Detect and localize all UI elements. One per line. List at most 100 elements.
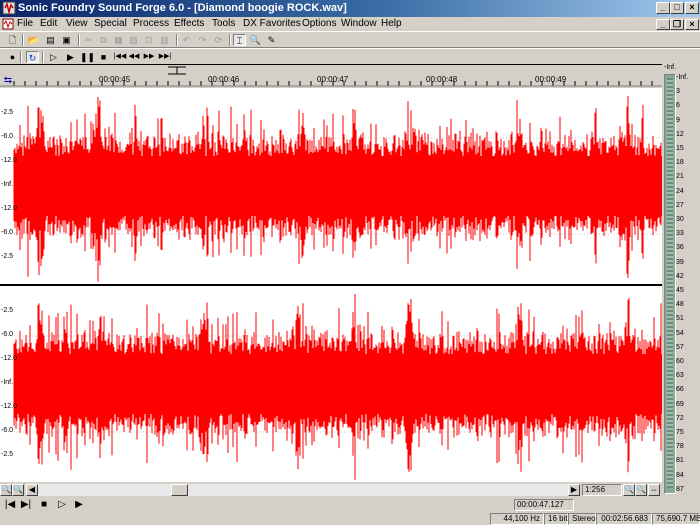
cursor-position: 00:00:47.127 [514, 499, 574, 511]
save-icon[interactable]: ▣ [60, 34, 73, 46]
toolbar-separator [176, 34, 178, 46]
amplitude-scale-label: -2.5 [1, 451, 14, 458]
amplitude-scale-label: -6.0 [1, 427, 14, 434]
scroll-track[interactable] [38, 484, 568, 496]
toolbar-separator [78, 34, 80, 46]
zoom-in-level-icon[interactable]: 🔍 [635, 484, 647, 496]
go-to-start-icon[interactable]: |◀ [4, 499, 16, 511]
menu-file[interactable]: File [17, 18, 33, 29]
minimize-button[interactable]: _ [656, 2, 670, 14]
play-all-icon[interactable]: ▷ [47, 51, 60, 63]
doc-restore-button[interactable]: ❐ [670, 19, 684, 30]
zoom-normal-icon[interactable]: ⇔ [648, 484, 660, 496]
amplitude-scale-label: -Inf. [1, 379, 14, 386]
play-all-icon[interactable]: ▷ [56, 499, 68, 511]
redo-icon[interactable]: ↷ [196, 34, 209, 46]
zoom-out-icon[interactable]: 🔍 [0, 484, 12, 496]
stop-icon[interactable]: ■ [38, 499, 50, 511]
paste-icon[interactable]: ▦ [112, 34, 125, 46]
channel-divider [0, 284, 662, 286]
go-to-start-icon[interactable]: |◀◀ [113, 51, 127, 63]
go-to-end-icon[interactable]: ▶| [20, 499, 32, 511]
cut-icon[interactable]: ✂ [82, 34, 95, 46]
repeat-icon[interactable]: ⟳ [212, 34, 225, 46]
close-button[interactable]: × [685, 2, 699, 14]
close-icon: × [689, 2, 695, 12]
restore-icon: ❐ [672, 19, 682, 29]
zoom-ratio[interactable]: 1:256 [582, 484, 622, 496]
meter-scale-label: 60 [676, 358, 684, 365]
menu-special[interactable]: Special [94, 18, 127, 29]
mix-icon[interactable]: ▧ [127, 34, 140, 46]
bit-depth: 16 bit [544, 513, 568, 525]
loop-playback-icon[interactable]: ↻ [26, 51, 39, 63]
amplitude-scale-label: -12.0 [1, 205, 17, 212]
pause-icon[interactable]: ❚❚ [80, 51, 95, 63]
menu-window[interactable]: Window [341, 18, 377, 29]
meter-scale-label: 21 [676, 173, 684, 181]
meter-scale-label: 12 [676, 130, 684, 138]
minimize-icon: _ [660, 2, 666, 12]
horizontal-scroll-row: 🔍 🔍 ◀ ▶ 1:256 🔍 🔍 ⇔ [0, 483, 662, 497]
scroll-thumb[interactable] [171, 484, 188, 496]
stop-icon[interactable]: ■ [97, 51, 110, 63]
rewind-icon[interactable]: ◀◀ [127, 51, 141, 63]
new-icon[interactable]: 🗋 [6, 34, 19, 46]
meter-scale-label: 39 [676, 258, 684, 266]
menu-process[interactable]: Process [133, 18, 169, 29]
amplitude-scale-label: -2.5 [1, 307, 14, 314]
doc-close-button[interactable]: × [685, 19, 699, 30]
play-icon[interactable]: ▶ [64, 51, 77, 63]
menu-bar: File Edit View Special Process Effects Tools DX… [0, 17, 700, 32]
meter-scale-label: 87 [676, 485, 684, 493]
undo-icon[interactable]: ↶ [180, 34, 193, 46]
amplitude-scale-label: -Inf. [1, 181, 14, 188]
record-icon[interactable]: ● [6, 51, 19, 63]
ruler-time-label: 00:00:46 [208, 75, 240, 84]
meter-scale-label: 6 [676, 102, 680, 110]
trim-icon[interactable]: ▥ [158, 34, 171, 46]
crop-icon[interactable]: ⊡ [142, 34, 155, 46]
minimize-icon: _ [660, 19, 666, 29]
meter-scale-label: 36 [676, 244, 684, 252]
play-normal-icon[interactable]: ▶ [72, 499, 86, 511]
waveform-display[interactable]: -2.5 -6.0 -12.0 -Inf. -12.0 -6.0 -2.5 -2.5 -6.0 -… [0, 88, 662, 482]
toolbar-separator [20, 51, 22, 63]
document-icon[interactable] [2, 18, 14, 30]
meter-scale-label: 69 [676, 400, 684, 408]
magnify-tool-icon[interactable]: 🔍 [249, 34, 262, 46]
open-icon[interactable]: 📂 [27, 34, 40, 46]
meter-scale-label: 57 [676, 343, 684, 351]
menu-help[interactable]: Help [381, 18, 402, 29]
doc-minimize-button[interactable]: _ [656, 19, 670, 30]
menu-edit[interactable]: Edit [40, 18, 57, 29]
pencil-tool-icon[interactable]: ✎ [265, 34, 278, 46]
amplitude-scale-label: -12.0 [1, 355, 17, 362]
scroll-left-icon[interactable]: ◀ [26, 484, 38, 496]
maximize-button[interactable]: □ [670, 2, 684, 14]
edit-tool-icon[interactable]: ⌶ [233, 34, 246, 46]
zoom-out-level-icon[interactable]: 🔍 [623, 484, 635, 496]
save-as-icon[interactable]: ▤ [44, 34, 57, 46]
menu-tools[interactable]: Tools [212, 18, 235, 29]
menu-options[interactable]: Options [302, 18, 336, 29]
meter-scale-label: 81 [676, 457, 684, 465]
meter-scale-label: 33 [676, 230, 684, 238]
amplitude-scale-label: -12.0 [1, 157, 17, 164]
amplitude-scale-label: -6.0 [1, 229, 14, 236]
scroll-right-icon[interactable]: ▶ [568, 484, 580, 496]
transport-toolbar: ● ↻ ▷ ▶ ❚❚ ■ |◀◀ ◀◀ ▶▶ ▶▶| [0, 48, 700, 65]
meter-scale-label: 51 [676, 315, 684, 323]
sound-forge-app-icon[interactable] [2, 1, 16, 15]
go-to-end-icon[interactable]: ▶▶| [158, 51, 172, 63]
standard-toolbar: 🗋 📂 ▤ ▣ ✂ ⧉ ▦ ▧ ⊡ ▥ ↶ ↷ ⟳ ⌶ 🔍 ✎ [0, 31, 700, 48]
forward-icon[interactable]: ▶▶ [142, 51, 156, 63]
copy-icon[interactable]: ⧉ [97, 34, 110, 46]
time-format-icon[interactable]: ⇆ [2, 75, 14, 87]
time-ruler[interactable]: 00:00:45 00:00:46 00:00:47 00:00:48 00:00:49… [0, 64, 662, 88]
menu-effects[interactable]: Effects [174, 18, 204, 29]
meter-scale-label: 63 [676, 372, 684, 380]
menu-dx-favorites[interactable]: DX Favorites [243, 18, 301, 29]
menu-view[interactable]: View [66, 18, 88, 29]
zoom-in-icon[interactable]: 🔍 [12, 484, 24, 496]
